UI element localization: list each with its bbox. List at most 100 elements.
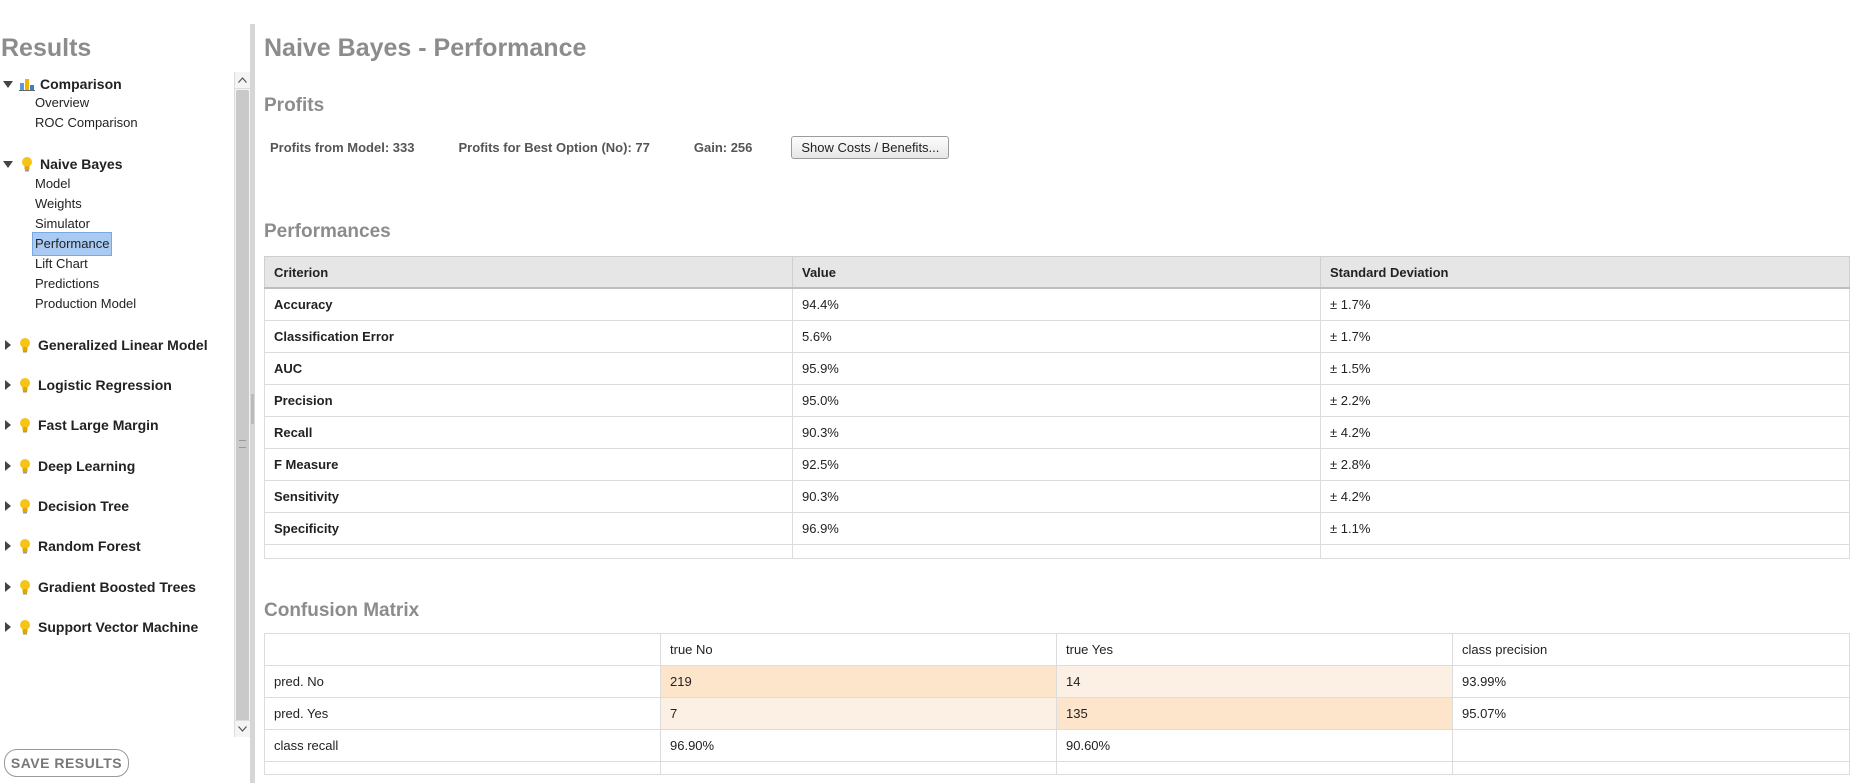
table-row[interactable]: Sensitivity 90.3% ± 4.2%: [264, 480, 1850, 513]
collapse-triangle-icon[interactable]: [5, 622, 11, 632]
column-header-criterion[interactable]: Criterion: [264, 256, 793, 289]
table-row[interactable]: AUC 95.9% ± 1.5%: [264, 352, 1850, 385]
tree-item-production-model[interactable]: Production Model: [33, 293, 138, 315]
table-filler-row: [264, 761, 1850, 775]
collapse-triangle-icon[interactable]: [5, 461, 11, 471]
table-row[interactable]: Accuracy 94.4% ± 1.7%: [264, 287, 1850, 321]
empty-cell: [1452, 729, 1850, 762]
class-recall-cell: 96.90%: [660, 729, 1057, 762]
row-label-class-recall: class recall: [264, 729, 661, 762]
table-row[interactable]: Precision 95.0% ± 2.2%: [264, 384, 1850, 417]
tree-group-gradient-boosted-trees[interactable]: Gradient Boosted Trees: [0, 576, 196, 598]
tree-item-roc-comparison[interactable]: ROC Comparison: [33, 112, 140, 134]
std-dev-cell: ± 1.5%: [1320, 352, 1850, 385]
filler-cell: [792, 544, 1321, 559]
column-header-standard-deviation[interactable]: Standard Deviation: [1320, 256, 1850, 289]
column-header-class-precision: class precision: [1452, 633, 1850, 666]
profits-best-option: Profits for Best Option (No): 77: [458, 139, 650, 155]
performances-section-title: Performances: [264, 221, 391, 242]
tree-group-label: Naive Bayes: [40, 156, 123, 172]
lightbulb-icon: [16, 375, 34, 395]
tree-group-support-vector-machine[interactable]: Support Vector Machine: [0, 616, 198, 638]
tree-group-logistic-regression[interactable]: Logistic Regression: [0, 374, 172, 396]
std-dev-cell: ± 2.8%: [1320, 448, 1850, 481]
scroll-grip-icon: [239, 440, 246, 448]
tree-group-generalized-linear-model[interactable]: Generalized Linear Model: [0, 334, 208, 356]
filler-cell: [1452, 761, 1850, 775]
tree-group-label: Logistic Regression: [38, 377, 172, 393]
criterion-cell: Accuracy: [264, 287, 793, 321]
tree-group-label: Gradient Boosted Trees: [38, 579, 196, 595]
lightbulb-icon: [16, 617, 34, 637]
column-header-true-no: true No: [660, 633, 1057, 666]
tree-scrollbar[interactable]: [234, 72, 250, 737]
tree-group-label: Random Forest: [38, 538, 141, 554]
tree-group-fast-large-margin[interactable]: Fast Large Margin: [0, 414, 159, 436]
table-row[interactable]: class recall 96.90% 90.60%: [264, 729, 1850, 762]
table-row[interactable]: Classification Error 5.6% ± 1.7%: [264, 320, 1850, 353]
tree-item-simulator[interactable]: Simulator: [33, 213, 92, 235]
expand-triangle-icon[interactable]: [3, 160, 13, 168]
criterion-cell: Sensitivity: [264, 480, 793, 513]
tree-group-label: Support Vector Machine: [38, 619, 199, 635]
tree-group-random-forest[interactable]: Random Forest: [0, 535, 141, 557]
tree-item-performance[interactable]: Performance: [31, 232, 113, 256]
tree-item-weights[interactable]: Weights: [33, 193, 84, 215]
comparison-chart-icon: [18, 74, 36, 94]
value-cell: 90.3%: [792, 480, 1321, 513]
tree-group-decision-tree[interactable]: Decision Tree: [0, 495, 129, 517]
collapse-triangle-icon[interactable]: [5, 340, 11, 350]
confusion-header-row: true No true Yes class precision: [264, 633, 1850, 666]
performances-table: Criterion Value Standard Deviation Accur…: [264, 256, 1850, 559]
criterion-cell: Specificity: [264, 512, 793, 545]
table-row[interactable]: F Measure 92.5% ± 2.8%: [264, 448, 1850, 481]
criterion-cell: Classification Error: [264, 320, 793, 353]
filler-cell: [264, 544, 793, 559]
panel-divider[interactable]: [250, 24, 255, 783]
scroll-up-arrow-icon[interactable]: [235, 72, 250, 89]
collapse-triangle-icon[interactable]: [5, 541, 11, 551]
tree-item-overview[interactable]: Overview: [33, 92, 91, 114]
class-recall-cell: 90.60%: [1056, 729, 1453, 762]
tree-item-predictions[interactable]: Predictions: [33, 273, 101, 295]
table-row[interactable]: pred. Yes 7 135 95.07%: [264, 697, 1850, 730]
filler-cell: [264, 761, 661, 775]
matrix-cell: 14: [1056, 665, 1453, 698]
std-dev-cell: ± 4.2%: [1320, 480, 1850, 513]
scroll-thumb[interactable]: [236, 90, 249, 726]
table-row[interactable]: Specificity 96.9% ± 1.1%: [264, 512, 1850, 545]
tree-group-naive-bayes[interactable]: Naive Bayes: [0, 153, 123, 175]
results-tree: Comparison Overview ROC Comparison Naive…: [0, 72, 234, 737]
save-results-button[interactable]: SAVE RESULTS: [4, 749, 129, 777]
column-header-value[interactable]: Value: [792, 256, 1321, 289]
results-sidebar: Results Comparison Overview ROC Comparis…: [0, 0, 250, 783]
filler-cell: [1320, 544, 1850, 559]
show-costs-benefits-button[interactable]: Show Costs / Benefits...: [791, 135, 950, 159]
filler-cell: [660, 761, 1057, 775]
matrix-cell: 7: [660, 697, 1057, 730]
tree-item-lift-chart[interactable]: Lift Chart: [33, 253, 90, 275]
table-header-row: Criterion Value Standard Deviation: [264, 256, 1850, 289]
expand-triangle-icon[interactable]: [3, 80, 13, 88]
table-row[interactable]: Recall 90.3% ± 4.2%: [264, 416, 1850, 449]
column-header-true-yes: true Yes: [1056, 633, 1453, 666]
table-row[interactable]: pred. No 219 14 93.99%: [264, 665, 1850, 698]
collapse-triangle-icon[interactable]: [5, 420, 11, 430]
tree-item-model[interactable]: Model: [33, 173, 72, 195]
tree-group-label: Deep Learning: [38, 458, 136, 474]
collapse-triangle-icon[interactable]: [5, 380, 11, 390]
profits-from-model: Profits from Model: 333: [270, 139, 415, 155]
matrix-cell: 135: [1056, 697, 1453, 730]
confusion-matrix-table: true No true Yes class precision pred. N…: [264, 633, 1850, 775]
std-dev-cell: ± 2.2%: [1320, 384, 1850, 417]
lightbulb-icon: [16, 415, 34, 435]
tree-group-label: Decision Tree: [38, 498, 130, 514]
collapse-triangle-icon[interactable]: [5, 501, 11, 511]
scroll-down-arrow-icon[interactable]: [235, 720, 250, 737]
confusion-matrix-section-title: Confusion Matrix: [264, 600, 420, 621]
sidebar-title: Results: [1, 34, 92, 62]
page-title: Naive Bayes - Performance: [264, 34, 587, 62]
collapse-triangle-icon[interactable]: [5, 582, 11, 592]
tree-group-deep-learning[interactable]: Deep Learning: [0, 455, 135, 477]
row-label-pred-yes: pred. Yes: [264, 697, 661, 730]
